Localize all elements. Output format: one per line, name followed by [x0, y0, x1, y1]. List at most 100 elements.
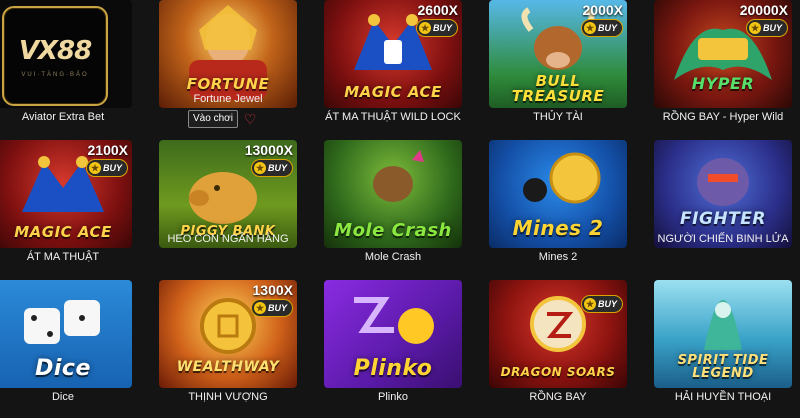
game-tile-magic-ace[interactable]: MAGIC ACE 2100X ★ BUY ÁT MA THUẬT [0, 140, 132, 278]
game-caption[interactable]: ÁT MA THUẬT [0, 250, 132, 264]
game-caption[interactable]: HẢI HUYỀN THOẠI [654, 390, 792, 404]
buy-label: BUY [267, 303, 287, 313]
game-art-title: WEALTHWAY [176, 359, 280, 375]
game-art-title: DRAGON SOARS [500, 365, 616, 379]
game-caption[interactable]: RỒNG BAY - Hyper Wild [654, 110, 792, 124]
jackpot-amount: 20000X [739, 2, 788, 18]
buy-label: BUY [267, 163, 287, 173]
game-art-title: MAGIC ACE [344, 83, 442, 101]
favorite-heart-icon[interactable]: ♡ [244, 112, 257, 126]
game-art: Plinko [324, 280, 462, 388]
game-tile-mines-2[interactable]: Mines 2 Mines 2 [489, 140, 627, 278]
game-tile-plinko[interactable]: Plinko Plinko [324, 280, 462, 418]
game-grid: VX88 VUI·TÀNG·BẢO Aviator Extra Bet FORT… [0, 0, 800, 403]
jackpot-badge: 2600X ★ BUY [415, 2, 458, 37]
game-art-title: Dice [35, 356, 91, 381]
game-thumbnail[interactable]: DRAGON SOARS ★ BUY [489, 280, 627, 388]
game-art-title: Mines 2 [512, 216, 604, 240]
game-art-title: SPIRIT TIDE LEGEND [677, 353, 769, 381]
jackpot-badge: 2100X ★ BUY [85, 142, 128, 177]
game-art-title: FORTUNE [186, 75, 270, 93]
game-caption[interactable]: Mole Crash [324, 250, 462, 264]
buy-badge[interactable]: ★ BUY [745, 19, 788, 37]
game-caption[interactable]: ÁT MA THUẬT WILD LOCK [324, 110, 462, 124]
jackpot-amount: 2600X [417, 2, 458, 18]
buy-label: BUY [597, 299, 617, 309]
buy-label: BUY [762, 23, 782, 33]
game-tile-dice[interactable]: Dice Dice [0, 280, 132, 418]
jackpot-amount: 2000X [582, 2, 623, 18]
game-thumbnail[interactable]: BULL TREASURE 2000X ★ BUY [489, 0, 627, 108]
game-thumbnail[interactable]: Mole Crash [324, 140, 462, 248]
game-art-title: MAGIC ACE [14, 223, 112, 241]
game-caption[interactable]: HEO CON NGÂN HÀNG [159, 232, 297, 246]
game-caption[interactable]: Aviator Extra Bet [0, 110, 132, 124]
jackpot-badge: ★ BUY [580, 294, 623, 313]
game-caption[interactable]: Dice [0, 390, 132, 404]
game-tile-piggy-bank[interactable]: PIGGY BANK 13000X ★ BUY HEO CON NGÂN HÀNG [159, 140, 297, 278]
star-icon: ★ [583, 298, 596, 310]
star-icon: ★ [583, 22, 596, 34]
game-tile-mole-crash[interactable]: Mole Crash Mole Crash [324, 140, 462, 278]
buy-badge[interactable]: ★ BUY [250, 159, 293, 177]
jackpot-badge: 2000X ★ BUY [580, 2, 623, 37]
game-tile-wealthway[interactable]: WEALTHWAY 1300X ★ BUY THỊNH VƯỢNG [159, 280, 297, 418]
jackpot-amount: 2100X [87, 142, 128, 158]
buy-label: BUY [102, 163, 122, 173]
game-caption[interactable]: THỊNH VƯỢNG [159, 390, 297, 404]
buy-badge[interactable]: ★ BUY [415, 19, 458, 37]
game-thumbnail[interactable]: Plinko [324, 280, 462, 388]
play-button[interactable]: Vào chơi [188, 110, 238, 128]
star-icon: ★ [88, 162, 101, 174]
jackpot-badge: 1300X ★ BUY [250, 282, 293, 317]
game-art-title: FIGHTER [680, 209, 766, 229]
game-tile-fighter[interactable]: FIGHTER NGƯỜI CHIẾN BINH LỬA [654, 140, 792, 278]
game-art-title: Mole Crash [334, 220, 452, 241]
game-tile-spirit-tide-legend[interactable]: SPIRIT TIDE LEGEND HẢI HUYỀN THOẠI [654, 280, 792, 418]
game-art: SPIRIT TIDE LEGEND [654, 280, 792, 388]
buy-label: BUY [432, 23, 452, 33]
game-art: Dice [0, 280, 132, 388]
game-tile-hyper-wild[interactable]: HYPER 20000X ★ BUY RỒNG BAY - Hyper Wild [654, 0, 792, 138]
buy-badge[interactable]: ★ BUY [85, 159, 128, 177]
buy-label: BUY [597, 23, 617, 33]
game-tile-bull-treasure[interactable]: BULL TREASURE 2000X ★ BUY THỦY TÀI [489, 0, 627, 138]
game-caption[interactable]: THỦY TÀI [489, 110, 627, 124]
game-art-title: BULL TREASURE [511, 72, 605, 105]
game-thumbnail[interactable]: Mines 2 [489, 140, 627, 248]
game-caption[interactable]: Fortune Jewel [159, 92, 297, 106]
star-icon: ★ [253, 162, 266, 174]
game-tile-magic-ace-wild-lock[interactable]: MAGIC ACE 2600X ★ BUY ÁT MA THUẬT WILD LO… [324, 0, 462, 138]
jackpot-badge: 13000X ★ BUY [245, 142, 293, 177]
buy-badge[interactable]: ★ BUY [580, 19, 623, 37]
buy-badge[interactable]: ★ BUY [580, 295, 623, 313]
game-caption[interactable]: Mines 2 [489, 250, 627, 264]
game-thumbnail[interactable]: HYPER 20000X ★ BUY [654, 0, 792, 108]
game-art: Mole Crash [324, 140, 462, 248]
logo-subtext: VUI·TÀNG·BẢO [21, 72, 89, 78]
game-thumbnail[interactable]: Dice [0, 280, 132, 388]
game-tile-aviator[interactable]: VX88 VUI·TÀNG·BẢO Aviator Extra Bet [0, 0, 132, 138]
buy-badge[interactable]: ★ BUY [250, 299, 293, 317]
game-thumbnail[interactable]: WEALTHWAY 1300X ★ BUY [159, 280, 297, 388]
game-thumbnail[interactable]: MAGIC ACE 2600X ★ BUY [324, 0, 462, 108]
jackpot-amount: 13000X [244, 142, 293, 158]
game-thumbnail[interactable]: SPIRIT TIDE LEGEND [654, 280, 792, 388]
jackpot-amount: 1300X [252, 282, 293, 298]
logo-text: VX88 [18, 36, 92, 66]
game-art-title: HYPER [691, 74, 755, 93]
star-icon: ★ [418, 22, 431, 34]
brand-logo: VX88 VUI·TÀNG·BẢO [2, 6, 108, 106]
game-caption[interactable]: RỒNG BAY [489, 390, 627, 404]
game-caption[interactable]: Plinko [324, 390, 462, 404]
game-art-title: Plinko [353, 356, 433, 381]
game-thumbnail[interactable]: MAGIC ACE 2100X ★ BUY [0, 140, 132, 248]
game-caption[interactable]: NGƯỜI CHIẾN BINH LỬA [654, 232, 792, 246]
hover-actions: Vào chơi ♡ [188, 110, 256, 128]
jackpot-badge: 20000X ★ BUY [740, 2, 788, 37]
game-thumbnail[interactable]: VX88 VUI·TÀNG·BẢO [0, 0, 132, 108]
game-art: Mines 2 [489, 140, 627, 248]
game-tile-dragon-soars[interactable]: DRAGON SOARS ★ BUY RỒNG BAY [489, 280, 627, 418]
star-icon: ★ [748, 22, 761, 34]
star-icon: ★ [253, 302, 266, 314]
